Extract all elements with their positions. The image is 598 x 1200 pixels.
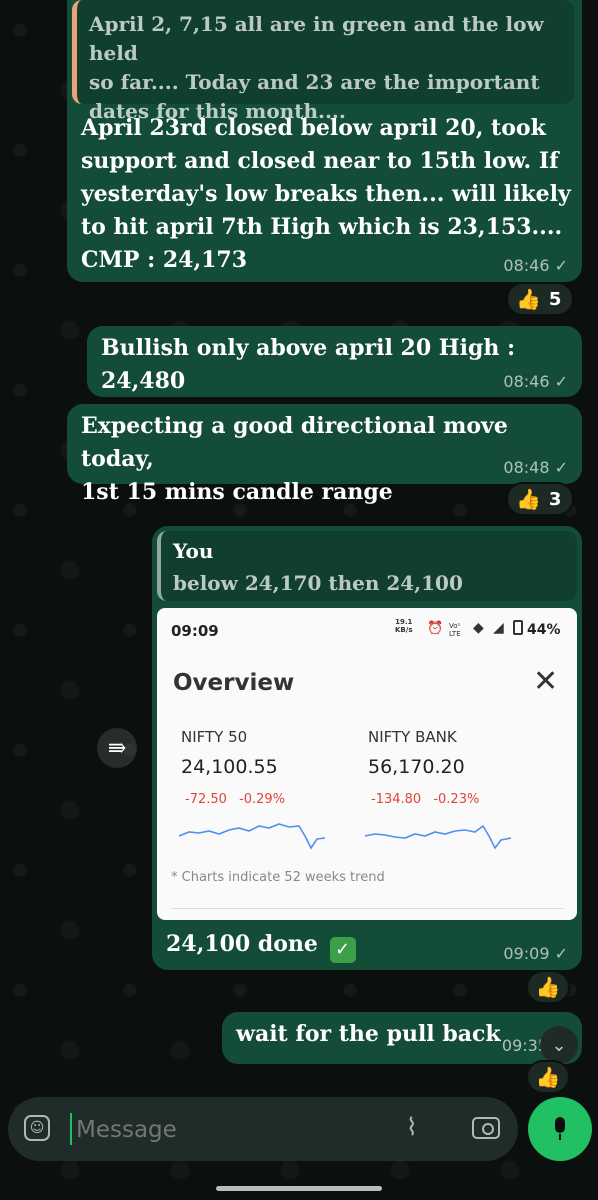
- reaction-count-3: 3: [548, 488, 562, 510]
- quoted-line-1: April 2, 7,15 all are in green and the l…: [89, 12, 544, 65]
- sparkline-bank: [365, 824, 511, 850]
- shared-screenshot[interactable]: 09:09 19.1 KB/s ⏰ Vo¹ LTE ◆ ◢ 44% Overvi…: [157, 608, 577, 920]
- quote-text: below 24,170 then 24,100: [173, 571, 463, 595]
- quote-author: You: [173, 539, 214, 563]
- message-bubble-4[interactable]: You below 24,170 then 24,100 09:09 19.1 …: [152, 526, 582, 970]
- sent-check-icon: ✓: [554, 372, 568, 391]
- index-name-bank: NIFTY BANK: [368, 728, 457, 746]
- index-pct-nifty: -0.29%: [239, 792, 286, 807]
- status-speed: 19.1: [395, 618, 413, 626]
- message-1-line-4: to hit april 7th High which is 23,153...…: [81, 214, 563, 240]
- thumbs-up-icon: 👍: [535, 975, 561, 999]
- status-time: 09:09: [171, 622, 219, 640]
- message-3-time: 08:48: [503, 458, 550, 477]
- sent-check-icon: ✓: [554, 944, 568, 963]
- thumbs-up-icon: 👍: [535, 1065, 561, 1089]
- index-change-nifty: -72.50: [185, 792, 227, 807]
- reaction-badge-3[interactable]: 👍 3: [506, 482, 574, 516]
- message-2-time: 08:46: [503, 372, 550, 391]
- reaction-count-1: 5: [548, 288, 562, 310]
- mic-button[interactable]: [528, 1097, 592, 1161]
- reaction-badge-5[interactable]: 👍: [526, 1060, 570, 1094]
- status-speed-unit: KB/s: [395, 626, 413, 634]
- divider: [171, 908, 563, 909]
- chart-footnote: * Charts indicate 52 weeks trend: [171, 870, 385, 885]
- battery-level: 44%: [527, 622, 561, 638]
- index-value-bank: 56,170.20: [368, 756, 465, 778]
- thumbs-up-icon: 👍: [516, 287, 541, 311]
- battery-icon: [513, 620, 523, 635]
- text-cursor: [70, 1113, 72, 1145]
- index-pct-bank: -0.23%: [433, 792, 480, 807]
- index-value-nifty: 24,100.55: [181, 756, 278, 778]
- message-input[interactable]: [74, 1109, 378, 1151]
- alarm-icon: ⏰: [427, 621, 444, 636]
- quoted-line-2: so far.... Today and 23 are the importan…: [89, 70, 540, 94]
- quoted-message[interactable]: April 2, 7,15 all are in green and the l…: [72, 0, 574, 123]
- message-composer[interactable]: ☺ ⌇: [8, 1097, 518, 1161]
- scroll-down-icon[interactable]: ⌄: [540, 1026, 578, 1064]
- message-1-line-2: support and closed near to 15th low. If: [81, 148, 559, 174]
- sparkline-nifty: [179, 823, 325, 850]
- index-name-nifty: NIFTY 50: [181, 728, 248, 746]
- overview-title: Overview: [173, 670, 295, 696]
- message-1-line-5: CMP : 24,173: [81, 247, 248, 273]
- status-network: Vo¹ LTE: [449, 622, 461, 638]
- reaction-badge-1[interactable]: 👍 5: [506, 282, 574, 316]
- message-bubble-5[interactable]: wait for the pull back 09:35: [222, 1012, 582, 1064]
- camera-icon[interactable]: [472, 1117, 500, 1139]
- sticker-icon[interactable]: ☺: [24, 1115, 50, 1141]
- sent-check-icon: ✓: [554, 256, 568, 275]
- message-bubble-2[interactable]: Bullish only above april 20 High : 24,48…: [87, 326, 582, 397]
- forward-icon[interactable]: ⇛: [97, 728, 137, 768]
- attach-icon[interactable]: ⌇: [406, 1113, 418, 1141]
- sent-check-icon: ✓: [554, 458, 568, 477]
- signal-icon: ◢: [493, 620, 504, 636]
- microphone-icon: [553, 1117, 567, 1141]
- message-1-line-3: yesterday's low breaks then... will like…: [81, 181, 571, 207]
- message-1-line-1: April 23rd closed below april 20, took: [81, 115, 546, 141]
- message-5-text: wait for the pull back: [236, 1021, 501, 1047]
- message-bubble-1[interactable]: April 2, 7,15 all are in green and the l…: [67, 0, 582, 282]
- message-4-caption: 24,100 done: [166, 931, 318, 957]
- reaction-badge-4[interactable]: 👍: [526, 970, 570, 1004]
- message-1-time: 08:46: [503, 256, 550, 275]
- close-icon[interactable]: ✕: [533, 664, 558, 699]
- message-bubble-3[interactable]: Expecting a good directional move today,…: [67, 404, 582, 505]
- message-4-time: 09:09: [503, 944, 550, 963]
- thumbs-up-icon: 👍: [516, 487, 541, 511]
- quoted-own-message[interactable]: You below 24,170 then 24,100: [157, 531, 577, 601]
- gesture-bar: [216, 1186, 382, 1191]
- index-change-bank: -134.80: [371, 792, 422, 807]
- wifi-icon: ◆: [473, 620, 484, 636]
- check-mark-icon: ✓: [329, 937, 356, 963]
